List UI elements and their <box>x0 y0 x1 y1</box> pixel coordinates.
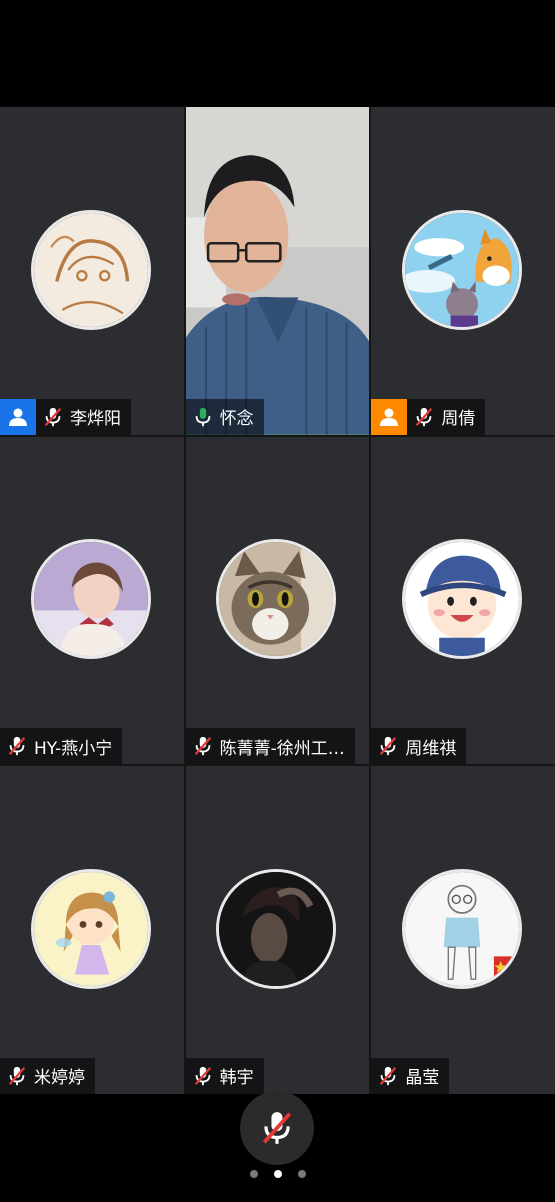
participant-tile-4[interactable]: HY-燕小宁 <box>0 436 184 765</box>
participant-tile-5[interactable]: 陈菁菁-徐州工… <box>185 436 370 765</box>
participant-tile-2-speaking[interactable]: 怀念 <box>185 107 370 435</box>
cat-photo-avatar <box>219 542 334 657</box>
participant-name-label: 米婷婷 <box>0 1057 95 1094</box>
participant-label-bar: 周倩 <box>371 398 486 435</box>
avatar <box>30 539 151 660</box>
participant-name: 韩宇 <box>219 1068 254 1089</box>
avatar <box>30 209 151 330</box>
mute-toggle-button[interactable] <box>240 1091 314 1165</box>
mic-muted-icon <box>194 1066 211 1086</box>
mic-muted-icon <box>8 737 26 756</box>
participant-name-label: 周维祺 <box>371 728 467 765</box>
participant-label-bar: 晶莹 <box>371 1057 450 1094</box>
participant-grid: 李烨阳 怀念 周倩 HY-燕小宁 陈菁菁-徐州工… 周维祺 米婷婷 韩宇 晶莹 <box>0 107 555 1094</box>
participant-tile-3[interactable]: 周倩 <box>371 107 555 435</box>
participant-name: 米婷婷 <box>34 1068 85 1089</box>
avatar <box>216 539 337 660</box>
mic-muted-icon <box>416 407 433 426</box>
mic-muted-icon <box>194 737 211 756</box>
cartoon-dog-cat-avatar <box>405 212 520 327</box>
participant-tile-1[interactable]: 李烨阳 <box>0 107 184 435</box>
avatar <box>216 869 337 990</box>
cartoon-boy-avatar <box>405 542 520 657</box>
mic-active-icon <box>195 407 210 426</box>
video-feed <box>185 107 370 435</box>
participant-label-bar: 陈菁菁-徐州工… <box>185 728 355 765</box>
sketch-girl-avatar <box>405 872 520 987</box>
person-icon <box>9 408 27 426</box>
participant-label-bar: HY-燕小宁 <box>0 728 123 765</box>
mic-muted-icon <box>44 407 62 426</box>
anime-sketch-avatar <box>33 212 148 327</box>
participant-label-bar: 李烨阳 <box>0 398 131 435</box>
participant-label-bar: 米婷婷 <box>0 1057 95 1094</box>
participant-name: 陈菁菁-徐州工… <box>219 738 345 759</box>
avatar <box>30 869 151 990</box>
participant-name-label: 韩宇 <box>185 1057 264 1094</box>
page-dot-2-current[interactable] <box>273 1170 282 1178</box>
video-frame <box>185 107 370 435</box>
mic-muted-icon <box>380 1066 397 1086</box>
participant-name-label: 晶莹 <box>371 1057 450 1094</box>
participant-name: 周维祺 <box>405 738 457 759</box>
participant-name-label: HY-燕小宁 <box>0 728 123 765</box>
participant-label-bar: 怀念 <box>185 398 264 435</box>
participant-tile-7[interactable]: 米婷婷 <box>0 766 184 1094</box>
page-dot-1[interactable] <box>249 1170 258 1178</box>
anime-girl-avatar <box>33 872 148 987</box>
participant-name-label: 李烨阳 <box>36 398 131 435</box>
participant-name-label: 周倩 <box>407 398 486 435</box>
participant-tile-9[interactable]: 晶莹 <box>371 766 555 1094</box>
host-badge <box>371 398 408 435</box>
participant-name: 怀念 <box>219 409 254 430</box>
participant-name: 周倩 <box>441 409 476 430</box>
host-badge <box>0 398 36 435</box>
participant-tile-8[interactable]: 韩宇 <box>185 766 370 1094</box>
participant-name-label: 陈菁菁-徐州工… <box>185 728 355 765</box>
page-indicator <box>0 1170 555 1178</box>
participant-tile-6[interactable]: 周维祺 <box>371 436 555 765</box>
participant-name: 李烨阳 <box>70 409 121 430</box>
mic-muted-icon <box>380 737 397 756</box>
participant-label-bar: 韩宇 <box>185 1057 264 1094</box>
page-dot-3[interactable] <box>297 1170 306 1178</box>
girl-photo-avatar <box>33 542 148 657</box>
avatar <box>402 209 523 330</box>
mic-muted-icon <box>262 1112 292 1144</box>
person-icon <box>380 408 399 426</box>
participant-label-bar: 周维祺 <box>371 728 467 765</box>
participant-name-label: 怀念 <box>185 398 264 435</box>
avatar <box>402 869 523 990</box>
participant-name: HY-燕小宁 <box>34 738 113 759</box>
avatar <box>402 539 523 660</box>
dark-portrait-avatar <box>219 872 334 987</box>
mic-muted-icon <box>8 1066 26 1086</box>
participant-name: 晶莹 <box>405 1068 440 1089</box>
